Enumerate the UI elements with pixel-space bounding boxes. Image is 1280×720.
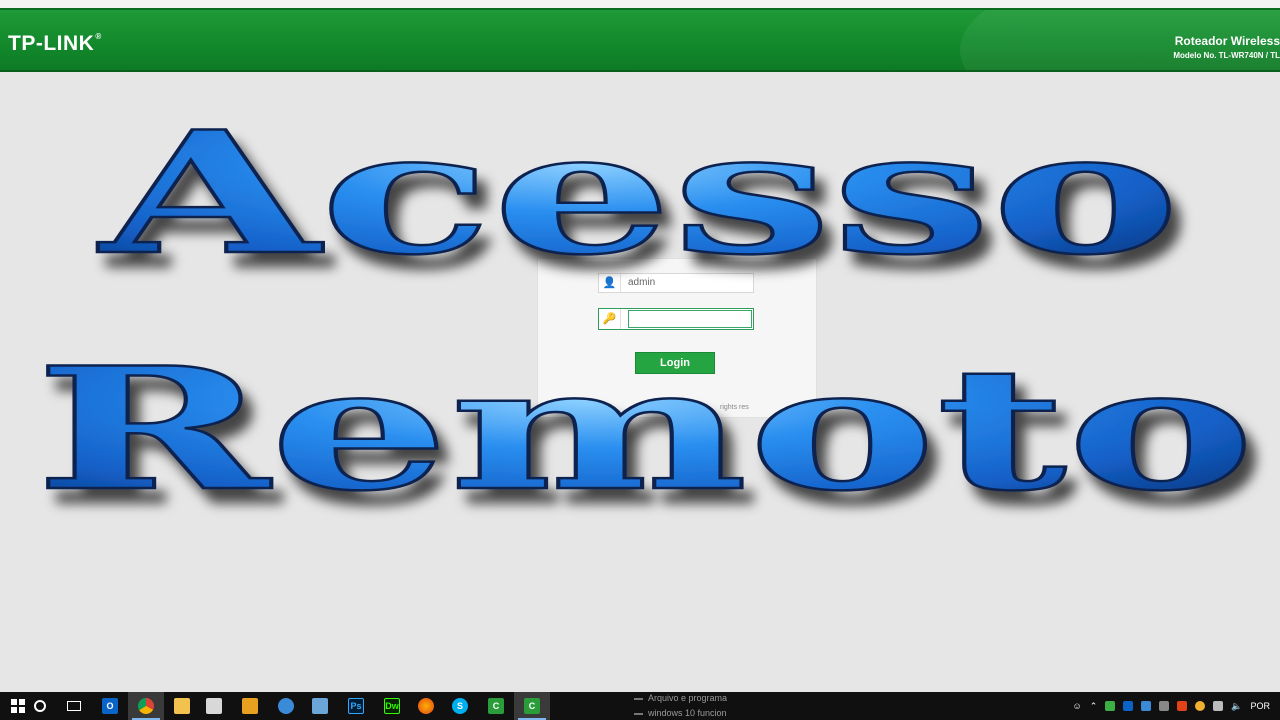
language-indicator[interactable]: POR	[1250, 701, 1270, 711]
remote-icon	[312, 698, 328, 714]
chevron-up-icon[interactable]: ⌃	[1090, 701, 1098, 712]
file-explorer-button[interactable]	[164, 692, 200, 720]
camtasia-recorder-button[interactable]: C	[514, 692, 550, 720]
router-header: TP-LINK® Roteador Wireless Modelo No. TL…	[0, 8, 1280, 72]
outlook-icon: O	[102, 698, 118, 714]
store-button[interactable]	[196, 692, 232, 720]
copyright-text: rights res	[720, 404, 749, 411]
task-view-icon	[67, 701, 81, 711]
tray-avatar-icon[interactable]	[1195, 701, 1206, 711]
tray-outlook-icon[interactable]	[1123, 701, 1134, 711]
volume-icon[interactable]: 🔈	[1231, 701, 1242, 712]
system-tray: ☺ ⌃ 🔈 POR	[1073, 692, 1280, 720]
tray-app-icon[interactable]	[1105, 701, 1116, 711]
folder-icon	[174, 698, 190, 714]
password-input[interactable]	[628, 310, 752, 328]
browser-top-strip	[0, 0, 1280, 8]
model-number: Modelo No. TL-WR740N / TL	[1173, 51, 1280, 60]
people-icon[interactable]: ☺	[1073, 701, 1082, 711]
skype-button[interactable]: S	[442, 692, 478, 720]
network-icon[interactable]	[1213, 701, 1224, 711]
outlook-button[interactable]: O	[92, 692, 128, 720]
skype-icon: S	[452, 698, 468, 714]
camtasia-icon: C	[488, 698, 504, 714]
windows-taskbar: O Ps Dw S C C Arquivo e programa windows…	[0, 692, 1280, 720]
camtasia-button[interactable]: C	[478, 692, 514, 720]
task-view-button[interactable]	[56, 692, 92, 720]
photoshop-button[interactable]: Ps	[338, 692, 374, 720]
tray-steam-icon[interactable]	[1159, 701, 1170, 711]
edge-icon	[278, 698, 294, 714]
tray-cloud-icon[interactable]	[1141, 701, 1152, 711]
edge-button[interactable]	[268, 692, 304, 720]
chrome-icon	[138, 698, 154, 714]
tray-tool-icon[interactable]	[1177, 701, 1188, 711]
firefox-icon	[418, 698, 434, 714]
photoshop-icon: Ps	[348, 698, 364, 714]
user-icon: 👤	[599, 274, 621, 292]
suggestion-1[interactable]: Arquivo e programa	[633, 693, 727, 703]
tp-link-logo: TP-LINK®	[8, 32, 102, 55]
login-button[interactable]: Login	[635, 352, 715, 374]
dreamweaver-icon: Dw	[384, 698, 400, 714]
chrome-button[interactable]	[128, 692, 164, 720]
search-suggestions: Arquivo e programa windows 10 funcion	[626, 692, 786, 720]
suggestion-2[interactable]: windows 10 funcion	[634, 708, 727, 718]
cortana-icon	[34, 700, 46, 712]
cortana-button[interactable]	[22, 692, 58, 720]
media-icon	[242, 698, 258, 714]
store-icon	[206, 698, 222, 714]
product-info: Roteador Wireless Modelo No. TL-WR740N /…	[1080, 34, 1280, 60]
username-field[interactable]: 👤 admin	[598, 273, 754, 293]
camtasia-recorder-icon: C	[524, 698, 540, 714]
product-name: Roteador Wireless	[1174, 34, 1280, 48]
username-value: admin	[628, 277, 656, 288]
password-field[interactable]: 🔑	[598, 308, 754, 330]
media-button[interactable]	[232, 692, 268, 720]
key-icon: 🔑	[599, 309, 621, 329]
remote-button[interactable]	[302, 692, 338, 720]
firefox-button[interactable]	[408, 692, 444, 720]
dreamweaver-button[interactable]: Dw	[374, 692, 410, 720]
